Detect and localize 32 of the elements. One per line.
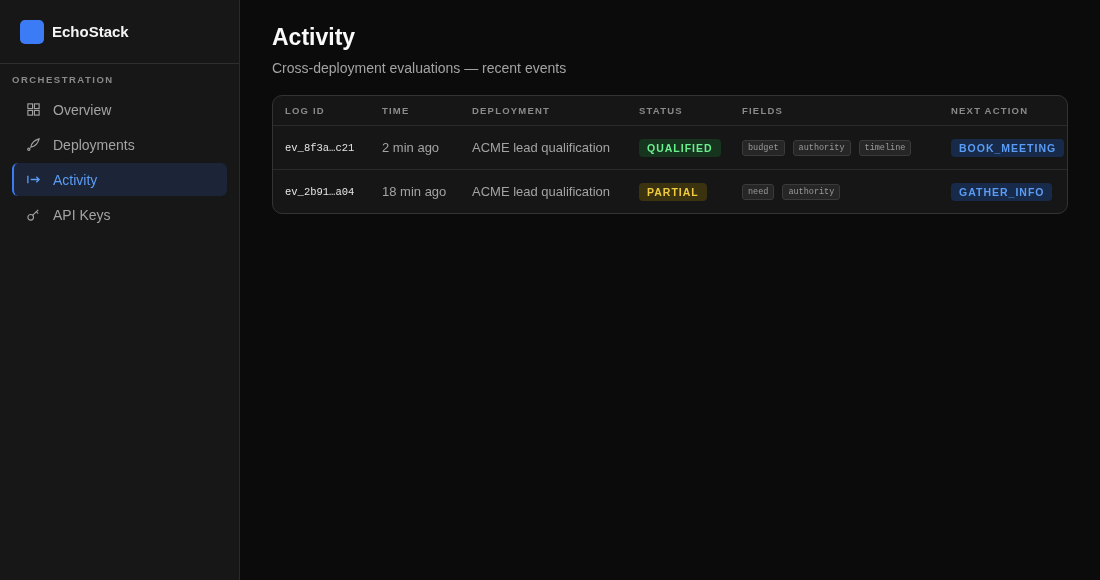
logo-icon: [20, 19, 44, 44]
status-badge: PARTIAL: [639, 182, 707, 201]
time-cell: 18 min ago: [382, 184, 447, 199]
page-subtitle: Cross-deployment evaluations — recent events: [272, 60, 568, 76]
column-header: FIELDS: [741, 105, 784, 116]
field-tag: budget: [742, 139, 785, 156]
field-tag: authority: [792, 139, 851, 156]
field-tag: need: [742, 183, 775, 200]
brand-name: EchoStack: [52, 23, 129, 40]
section-label: ORCHESTRATION: [11, 73, 115, 87]
deployment-cell: ACME lead qualification: [472, 184, 611, 199]
page-title: Activity: [272, 24, 357, 51]
deployment-cell: ACME lead qualification: [472, 140, 611, 155]
nav-item[interactable]: Overview: [12, 93, 227, 126]
field-tag: timeline: [858, 139, 912, 156]
status-badge: QUALIFIED: [639, 138, 721, 157]
column-header: DEPLOYMENT: [471, 105, 551, 116]
nav-item[interactable]: API Keys: [12, 198, 227, 231]
grid-icon: [26, 102, 41, 117]
field-tag: authority: [782, 183, 841, 200]
action-badge: GATHER_INFO: [951, 182, 1053, 201]
log-id: ev_2b91…a04: [285, 185, 355, 198]
nav-item[interactable]: Deployments: [12, 128, 227, 161]
column-header: TIME: [381, 105, 411, 116]
log-id: ev_8f3a…c21: [285, 141, 355, 154]
column-header: LOG ID: [284, 105, 326, 116]
action-badge: BOOK_MEETING: [951, 138, 1065, 157]
key-icon: [26, 207, 41, 222]
column-header: NEXT ACTION: [950, 105, 1030, 116]
nav-item[interactable]: Activity: [12, 163, 227, 196]
time-cell: 2 min ago: [382, 140, 440, 155]
column-header: STATUS: [638, 105, 684, 116]
